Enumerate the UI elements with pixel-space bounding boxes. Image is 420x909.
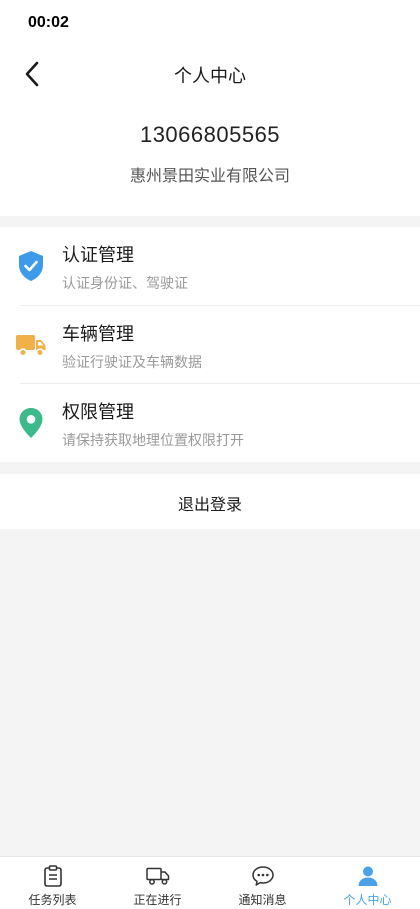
profile-company: 惠州景田实业有限公司: [129, 166, 290, 185]
profile-header: 13066805565 惠州景田实业有限公司: [0, 102, 420, 216]
tab-task-list[interactable]: 任务列表: [0, 857, 105, 909]
shield-check-icon: [14, 249, 48, 283]
tab-bar: 任务列表 正在进行 通知消息 个人中心: [0, 856, 420, 909]
menu-item-permission[interactable]: 权限管理 请保持获取地理位置权限打开: [0, 384, 420, 462]
menu-item-subtitle: 请保持获取地理位置权限打开: [62, 433, 244, 449]
logout-button[interactable]: 退出登录: [0, 474, 420, 529]
tab-label: 正在进行: [133, 893, 182, 907]
menu-item-title: 认证管理: [62, 245, 134, 266]
truck-outline-icon: [146, 864, 170, 888]
status-time: 00:02: [28, 14, 69, 31]
menu-item-title: 车辆管理: [62, 324, 134, 345]
nav-bar: 个人中心: [0, 48, 420, 102]
clipboard-icon: [41, 864, 65, 888]
menu-item-vehicle[interactable]: 车辆管理 验证行驶证及车辆数据: [0, 306, 420, 384]
tab-personal-center[interactable]: 个人中心: [315, 857, 420, 909]
menu-item-certification[interactable]: 认证管理 认证身份证、驾驶证: [0, 227, 420, 305]
status-bar: 00:02: [0, 0, 420, 48]
profile-phone: 13066805565: [139, 122, 281, 147]
logout-label: 退出登录: [177, 495, 242, 514]
tab-in-progress[interactable]: 正在进行: [105, 857, 210, 909]
menu-card: 认证管理 认证身份证、驾驶证 车辆管理 验证行驶证及车辆数据 权限管理 请保持获…: [0, 227, 420, 462]
menu-item-subtitle: 验证行驶证及车辆数据: [62, 355, 202, 371]
tab-notifications[interactable]: 通知消息: [210, 857, 315, 909]
tab-label: 任务列表: [28, 893, 77, 907]
menu-item-title: 权限管理: [62, 402, 134, 423]
location-pin-icon: [14, 406, 48, 440]
chat-bubble-icon: [251, 864, 275, 888]
tab-label: 个人中心: [343, 893, 392, 907]
truck-icon: [14, 328, 48, 362]
menu-item-subtitle: 认证身份证、驾驶证: [62, 276, 188, 292]
user-icon: [356, 864, 380, 888]
tab-label: 通知消息: [238, 893, 287, 907]
page-title: 个人中心: [174, 66, 246, 87]
